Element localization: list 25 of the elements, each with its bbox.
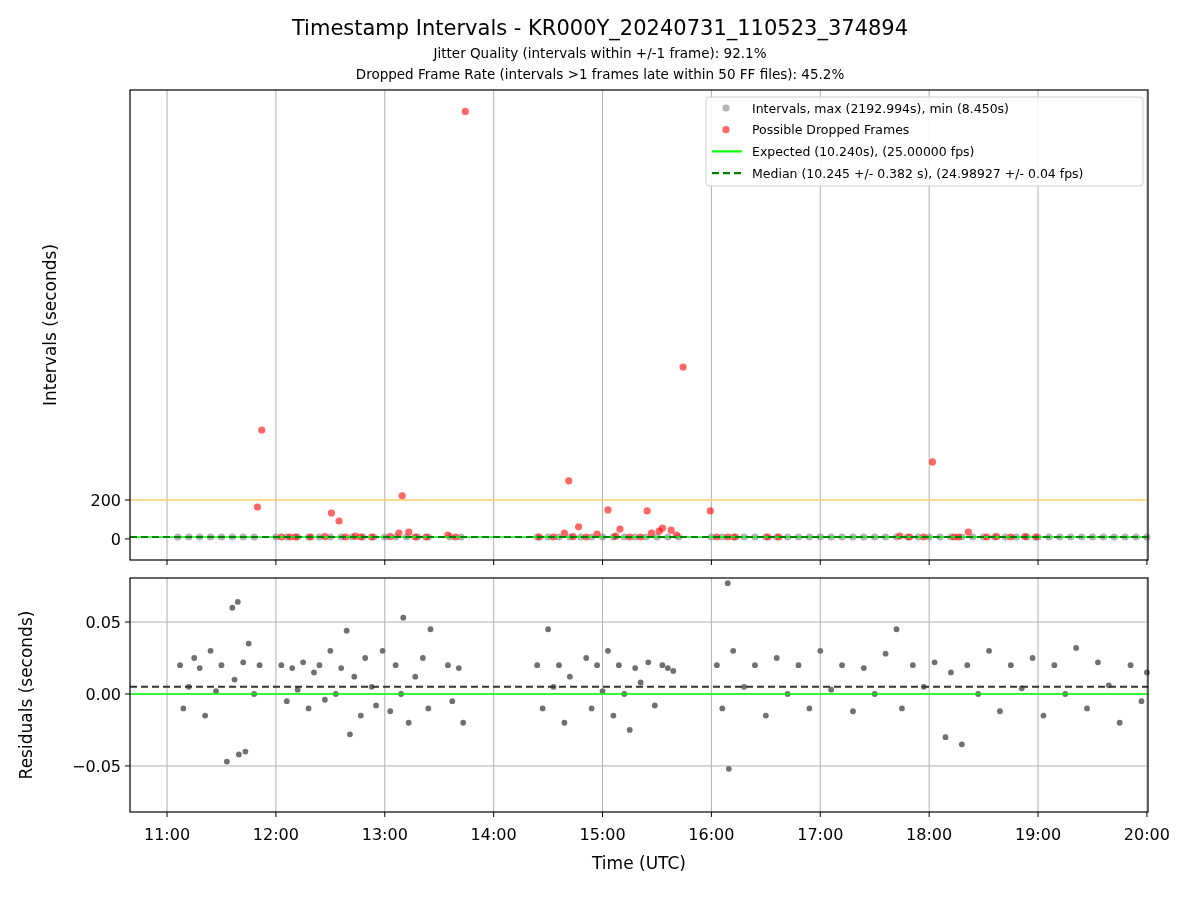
tick-label: 13:00 bbox=[361, 825, 408, 844]
tick-label: −0.05 bbox=[71, 756, 121, 776]
tick-label: 16:00 bbox=[688, 825, 735, 844]
legend-label: Expected (10.240s), (25.00000 fps) bbox=[752, 143, 975, 159]
figure-title: Timestamp Intervals - KR000Y_20240731_110523_374894 bbox=[291, 15, 909, 43]
tick-label: 14:00 bbox=[470, 825, 517, 844]
tick-label: 18:00 bbox=[906, 825, 953, 844]
figure-subtitle: Dropped Frame Rate (intervals >1 frames late within 50 FF files): 45.2% bbox=[355, 65, 845, 84]
legend-label: Possible Dropped Frames bbox=[752, 122, 910, 138]
tick-label: 0.05 bbox=[85, 613, 121, 633]
tick-label: 20:00 bbox=[1123, 825, 1170, 844]
tick-label: 0 bbox=[110, 529, 121, 549]
axis-title: Time (UTC) bbox=[592, 853, 686, 873]
figure-subtitle: Jitter Quality (intervals within +/-1 frame): 92.1% bbox=[433, 44, 767, 63]
tick-label: 0.00 bbox=[85, 685, 121, 704]
tick-label: 200 bbox=[90, 490, 121, 510]
tick-label: 12:00 bbox=[252, 825, 299, 844]
tick-label: 11:00 bbox=[143, 825, 191, 844]
tick-label: 19:00 bbox=[1015, 825, 1062, 844]
legend-label: Intervals, max (2192.994s), min (8.450s) bbox=[752, 100, 1009, 116]
tick-label: 17:00 bbox=[797, 825, 844, 844]
axis-title: Intervals (seconds) bbox=[40, 243, 60, 407]
axis-title: Residuals (seconds) bbox=[16, 610, 36, 780]
tick-label: 15:00 bbox=[579, 825, 626, 844]
legend-label: Median (10.245 +/- 0.382 s), (24.98927 +/- 0.04 fps) bbox=[752, 165, 1084, 181]
